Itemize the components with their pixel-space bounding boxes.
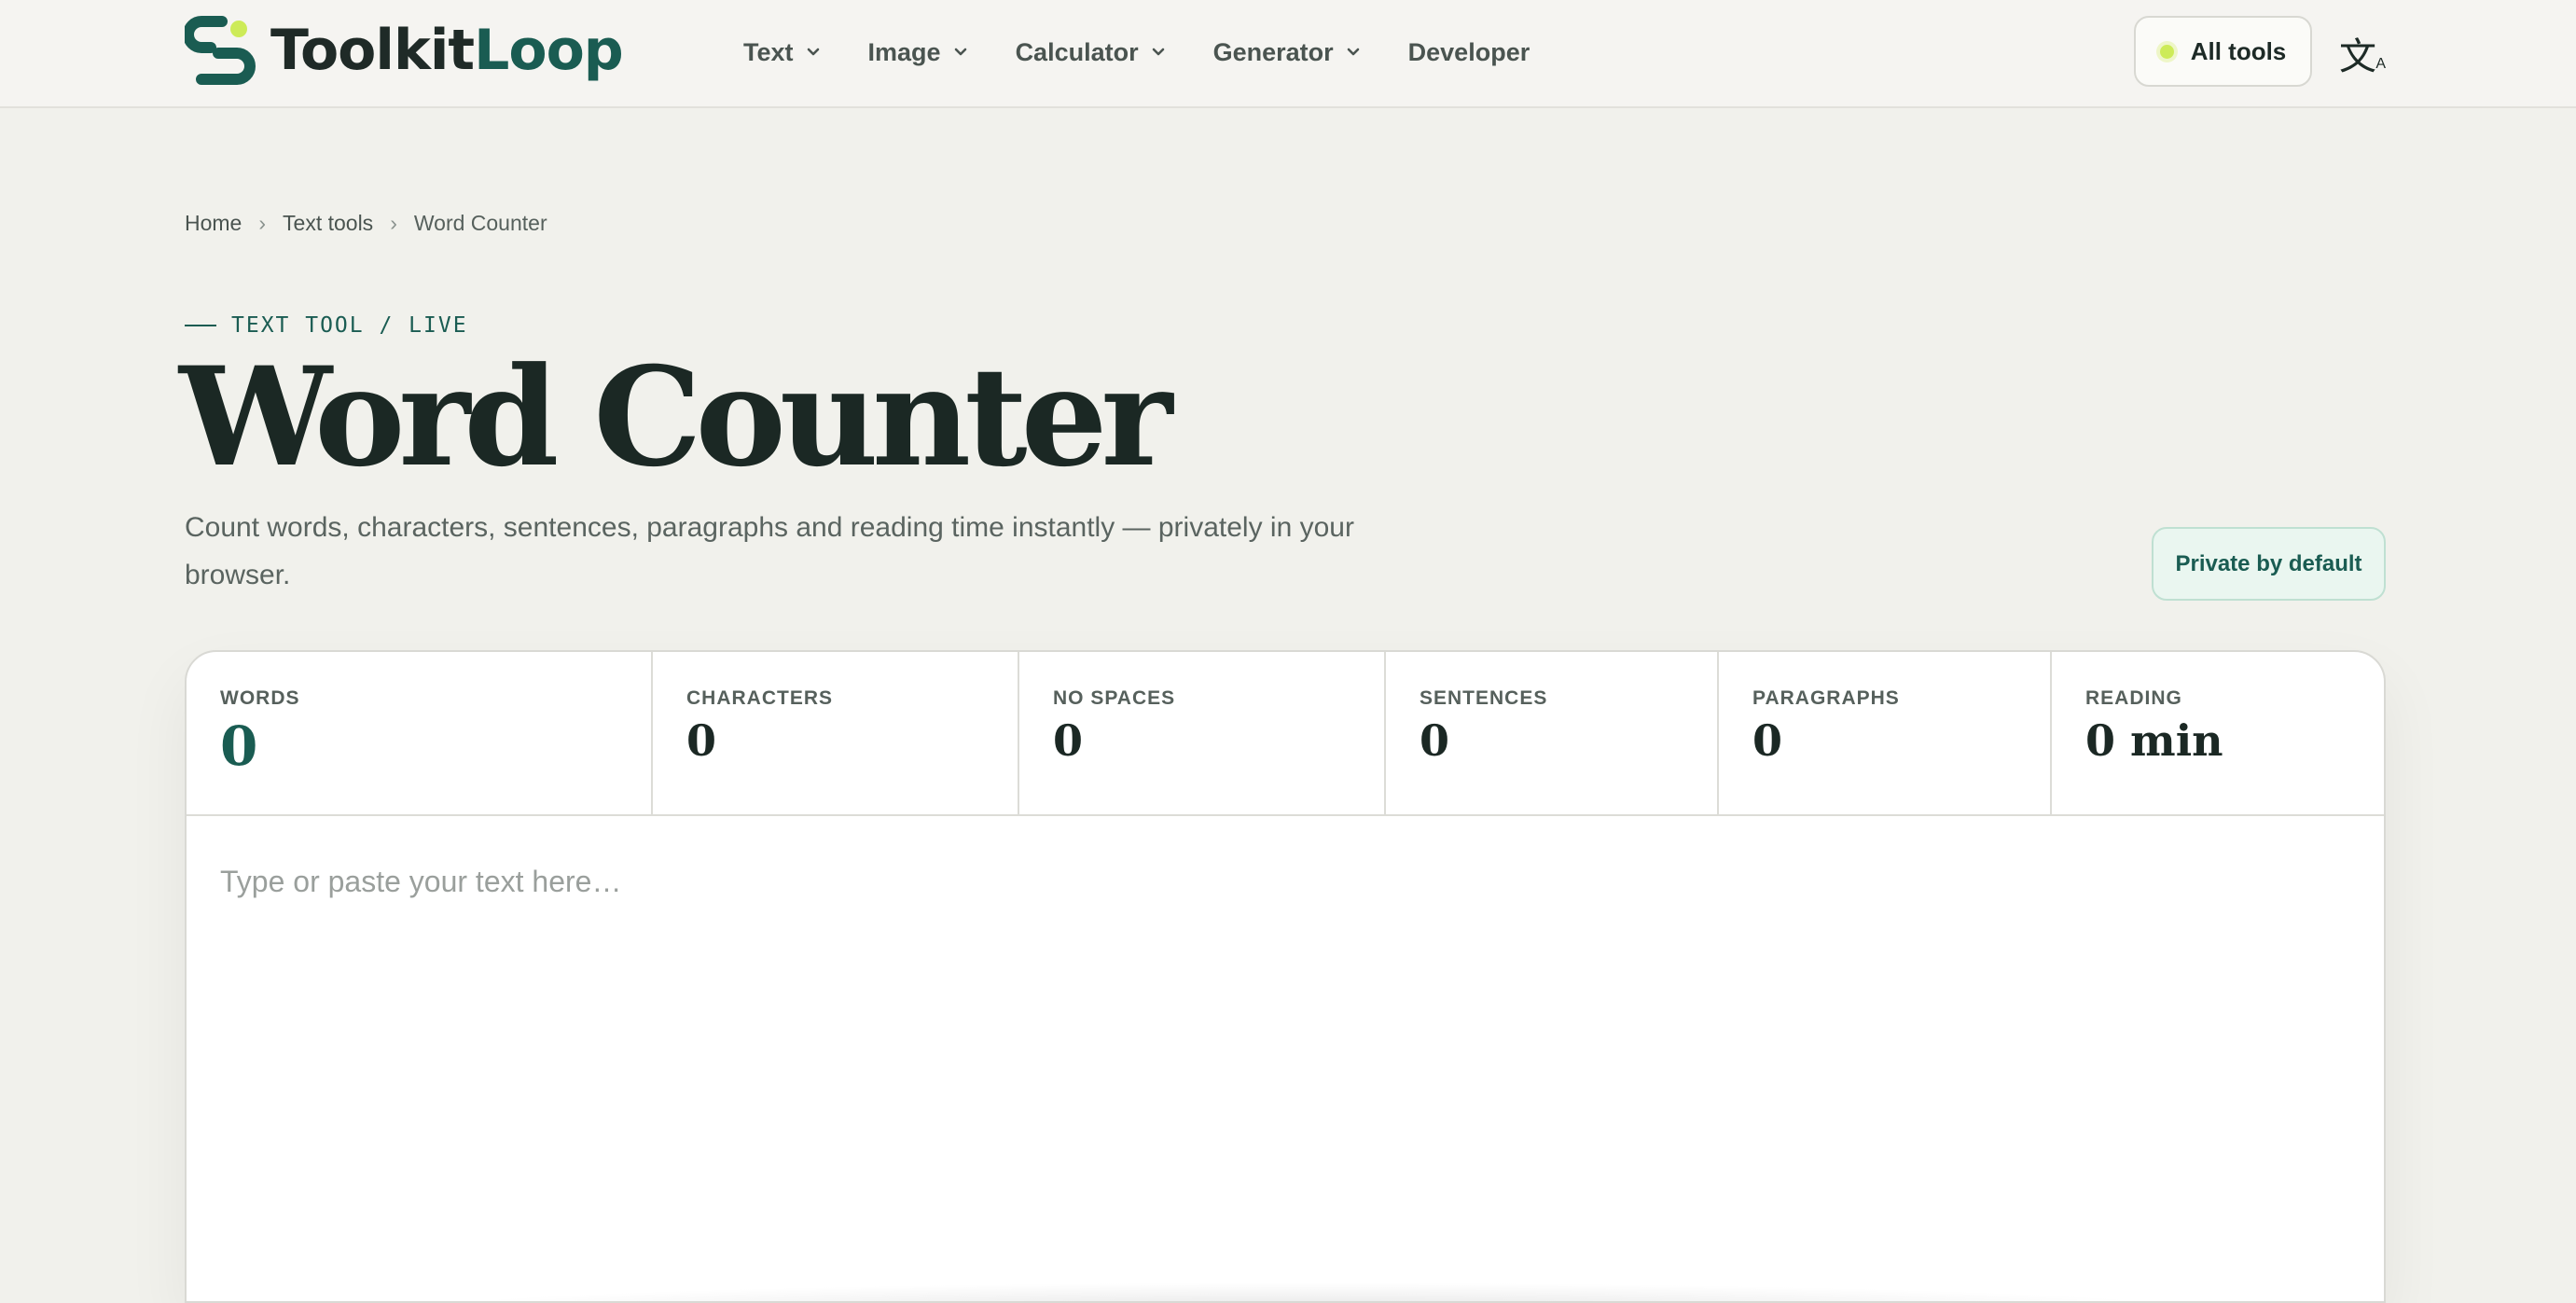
stat-no-spaces: NO SPACES 0 xyxy=(1019,652,1386,814)
breadcrumb-home[interactable]: Home xyxy=(185,211,242,236)
logo-mark-icon xyxy=(185,16,256,85)
stat-value: 0 xyxy=(1752,715,1783,766)
word-counter-card: WORDS 0 CHARACTERS 0 NO SPACES 0 SENTENC… xyxy=(185,650,2386,1303)
brand-logo[interactable]: ToolkitLoop xyxy=(185,13,624,88)
nav-item-label: Developer xyxy=(1407,37,1530,66)
all-tools-label: All tools xyxy=(2190,36,2287,65)
brand-name-part1: Toolkit xyxy=(270,18,475,83)
kicker-text: TEXT TOOL / LIVE xyxy=(231,313,468,338)
hero-kicker: TEXT TOOL / LIVE xyxy=(185,313,468,338)
nav-item-label: Calculator xyxy=(1015,37,1139,66)
nav-item-label: Text xyxy=(743,37,794,66)
nav-item-text[interactable]: Text xyxy=(743,38,820,67)
stat-label: NO SPACES xyxy=(1053,687,1176,709)
stat-sentences: SENTENCES 0 xyxy=(1386,652,1719,814)
kicker-rule xyxy=(185,325,216,326)
status-dot-icon xyxy=(2159,44,2174,59)
text-input[interactable] xyxy=(187,816,2384,1301)
stat-value: 0 xyxy=(1420,715,1450,766)
chevron-down-icon xyxy=(954,48,966,56)
nav-item-image[interactable]: Image xyxy=(868,38,967,67)
stats-bar: WORDS 0 CHARACTERS 0 NO SPACES 0 SENTENC… xyxy=(187,652,2384,816)
stat-label: PARAGRAPHS xyxy=(1752,687,1900,709)
breadcrumb: Home › Text tools › Word Counter xyxy=(185,211,547,236)
stat-value: 0 xyxy=(1053,715,1084,766)
stat-characters: CHARACTERS 0 xyxy=(653,652,1019,814)
nav-item-label: Image xyxy=(867,37,941,66)
nav-item-calculator[interactable]: Calculator xyxy=(1016,38,1165,67)
stat-label: READING xyxy=(2085,687,2182,709)
stat-words: WORDS 0 xyxy=(187,652,653,814)
all-tools-button[interactable]: All tools xyxy=(2134,16,2312,87)
stat-reading-time: READING 0 min xyxy=(2052,652,2384,814)
brand-name: ToolkitLoop xyxy=(270,22,624,78)
nav-item-generator[interactable]: Generator xyxy=(1213,38,1360,67)
stat-label: SENTENCES xyxy=(1420,687,1548,709)
stat-value: 0 xyxy=(686,715,717,766)
stat-label: CHARACTERS xyxy=(686,687,833,709)
page-subtitle: Count words, characters, sentences, para… xyxy=(185,512,1354,590)
site-header: ToolkitLoop Text Image Calculator Genera… xyxy=(0,0,2576,108)
chevron-down-icon xyxy=(1152,48,1164,56)
breadcrumb-separator: › xyxy=(390,211,397,235)
stat-label: WORDS xyxy=(220,687,300,709)
language-glyph: 文 xyxy=(2339,36,2376,77)
stat-paragraphs: PARAGRAPHS 0 xyxy=(1719,652,2052,814)
language-glyph-sub: A xyxy=(2375,56,2386,72)
stat-value: 0 xyxy=(220,714,258,778)
breadcrumb-separator: › xyxy=(258,211,267,235)
nav-item-label: Generator xyxy=(1212,37,1334,66)
brand-name-part2: Loop xyxy=(474,18,624,83)
chevron-down-icon xyxy=(807,48,819,56)
page-title: Word Counter xyxy=(179,338,1172,497)
text-editor-area xyxy=(187,816,2384,1301)
main-nav: Text Image Calculator Generator Develope… xyxy=(743,0,1578,104)
private-badge: Private by default xyxy=(2152,527,2386,601)
chevron-down-icon xyxy=(1347,48,1359,56)
floating-toolbar-shadow xyxy=(401,1282,2216,1301)
breadcrumb-text-tools[interactable]: Text tools xyxy=(283,211,373,236)
stat-value: 0 min xyxy=(2085,715,2223,766)
translate-icon[interactable]: 文 A xyxy=(2339,26,2386,77)
nav-item-developer[interactable]: Developer xyxy=(1408,38,1530,67)
breadcrumb-current: Word Counter xyxy=(413,211,547,235)
